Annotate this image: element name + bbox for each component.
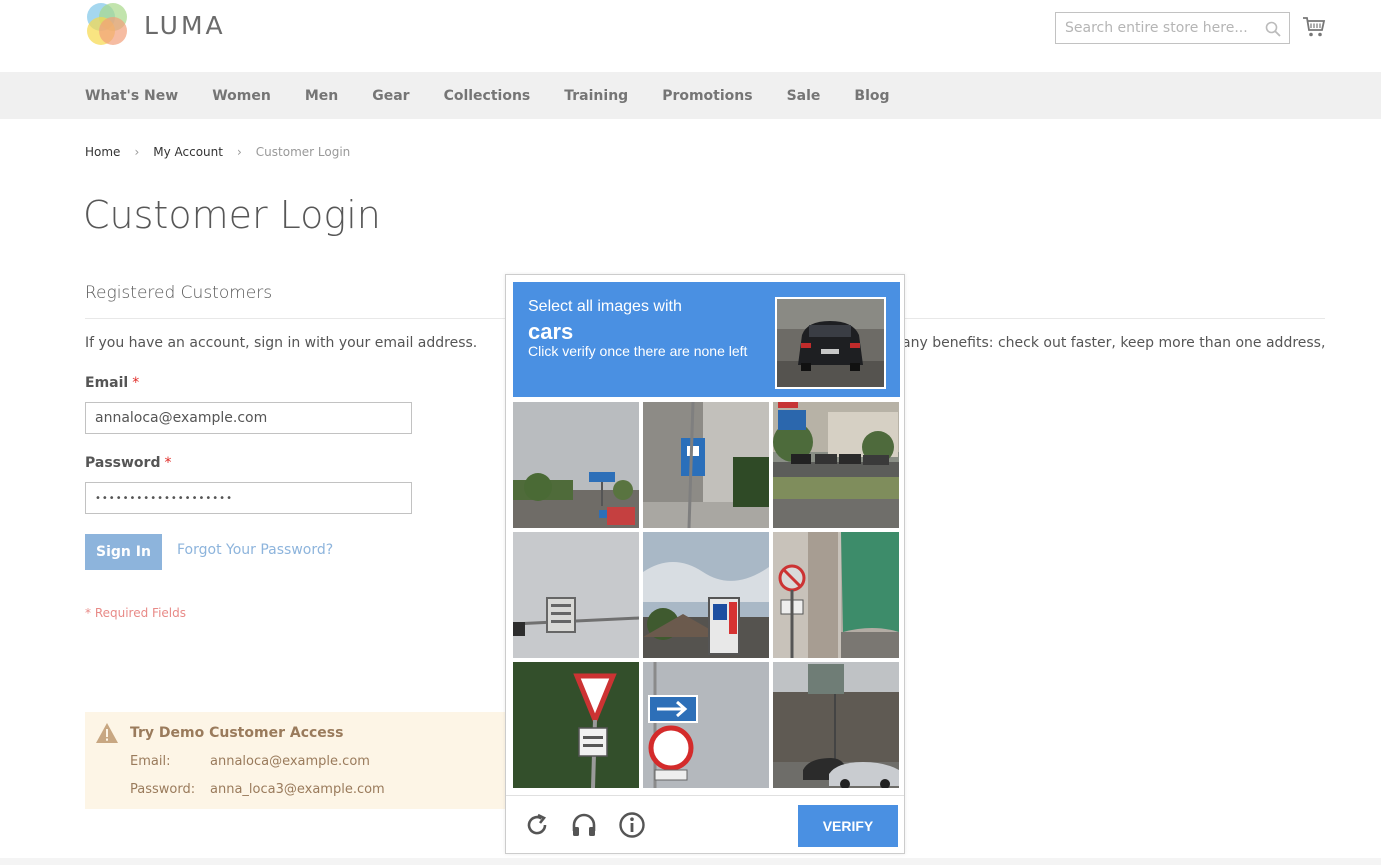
captcha-hint-line: Click verify once there are none left [528, 343, 748, 359]
email-label-text: Email [85, 375, 129, 391]
captcha-tile-5[interactable] [643, 532, 769, 658]
required-asterisk: * [164, 455, 172, 471]
registered-customers-title: Registered Customers [85, 283, 273, 303]
nav-item-promotions[interactable]: Promotions [662, 88, 752, 104]
nav-item-women[interactable]: Women [212, 88, 271, 104]
captcha-tile-4[interactable] [513, 532, 639, 658]
email-field[interactable] [85, 402, 412, 434]
captcha-instructions: Select all images with cars Click verify… [513, 282, 900, 397]
demo-email-row: Email: annaloca@example.com [130, 754, 370, 769]
warning-icon [96, 723, 118, 743]
captcha-tile-2[interactable] [643, 402, 769, 528]
demo-password-value: anna_loca3@example.com [210, 782, 385, 797]
info-icon[interactable] [618, 811, 646, 839]
nav-item-whats-new[interactable]: What's New [85, 88, 178, 104]
nav-item-men[interactable]: Men [305, 88, 338, 104]
reload-icon[interactable] [523, 811, 551, 839]
password-field[interactable] [85, 482, 412, 514]
breadcrumb: Home › My Account › Customer Login [85, 145, 350, 159]
luma-logo-icon [85, 3, 129, 47]
recaptcha-challenge: Select all images with cars Click verify… [505, 274, 905, 854]
demo-password-key: Password: [130, 782, 196, 797]
breadcrumb-separator-icon: › [236, 145, 242, 159]
new-customer-intro-text: any benefits: check out faster, keep mor… [902, 335, 1326, 351]
captcha-tile-9[interactable] [773, 662, 899, 788]
page-footer-edge [0, 858, 1381, 865]
required-fields-note: * Required Fields [85, 606, 186, 620]
demo-email-value: annaloca@example.com [210, 754, 370, 769]
demo-title: Try Demo Customer Access [130, 725, 344, 741]
captcha-footer-divider [506, 795, 904, 796]
nav-item-sale[interactable]: Sale [787, 88, 821, 104]
login-intro-text: If you have an account, sign in with you… [85, 335, 478, 351]
password-label-text: Password [85, 455, 161, 471]
headphones-icon[interactable] [570, 811, 598, 839]
captcha-sample-image [775, 297, 886, 389]
site-header: LUMA [0, 0, 1381, 72]
search-input[interactable] [1056, 13, 1289, 43]
nav-item-blog[interactable]: Blog [854, 88, 889, 104]
demo-access-notice: Try Demo Customer Access Email: annaloca… [85, 712, 505, 809]
luma-logo[interactable]: LUMA [85, 3, 226, 47]
forgot-password-link[interactable]: Forgot Your Password? [177, 542, 333, 558]
demo-password-row: Password: anna_loca3@example.com [130, 782, 385, 797]
cart-icon[interactable] [1302, 15, 1326, 39]
captcha-tile-1[interactable] [513, 402, 639, 528]
password-label: Password * [85, 455, 171, 471]
main-navigation: What's New Women Men Gear Collections Tr… [0, 72, 1381, 119]
breadcrumb-my-account[interactable]: My Account [153, 145, 223, 159]
brand-name: LUMA [144, 10, 226, 40]
captcha-tile-8[interactable] [643, 662, 769, 788]
required-asterisk: * [132, 375, 140, 391]
search-icon[interactable] [1265, 21, 1281, 37]
nav-item-gear[interactable]: Gear [372, 88, 409, 104]
demo-email-key: Email: [130, 754, 171, 769]
breadcrumb-separator-icon: › [134, 145, 140, 159]
breadcrumb-current: Customer Login [255, 145, 351, 159]
page-title: Customer Login [83, 193, 381, 237]
email-label: Email * [85, 375, 139, 391]
breadcrumb-home[interactable]: Home [85, 145, 120, 159]
nav-item-collections[interactable]: Collections [444, 88, 531, 104]
nav-item-training[interactable]: Training [564, 88, 628, 104]
captcha-tile-7[interactable] [513, 662, 639, 788]
search-box [1055, 12, 1290, 44]
captcha-tile-6[interactable] [773, 532, 899, 658]
captcha-instruction-line: Select all images with [528, 298, 682, 315]
sign-in-button[interactable]: Sign In [85, 534, 162, 570]
captcha-target-word: cars [528, 319, 574, 344]
verify-button[interactable]: VERIFY [798, 805, 898, 847]
captcha-tile-3[interactable] [773, 402, 899, 528]
